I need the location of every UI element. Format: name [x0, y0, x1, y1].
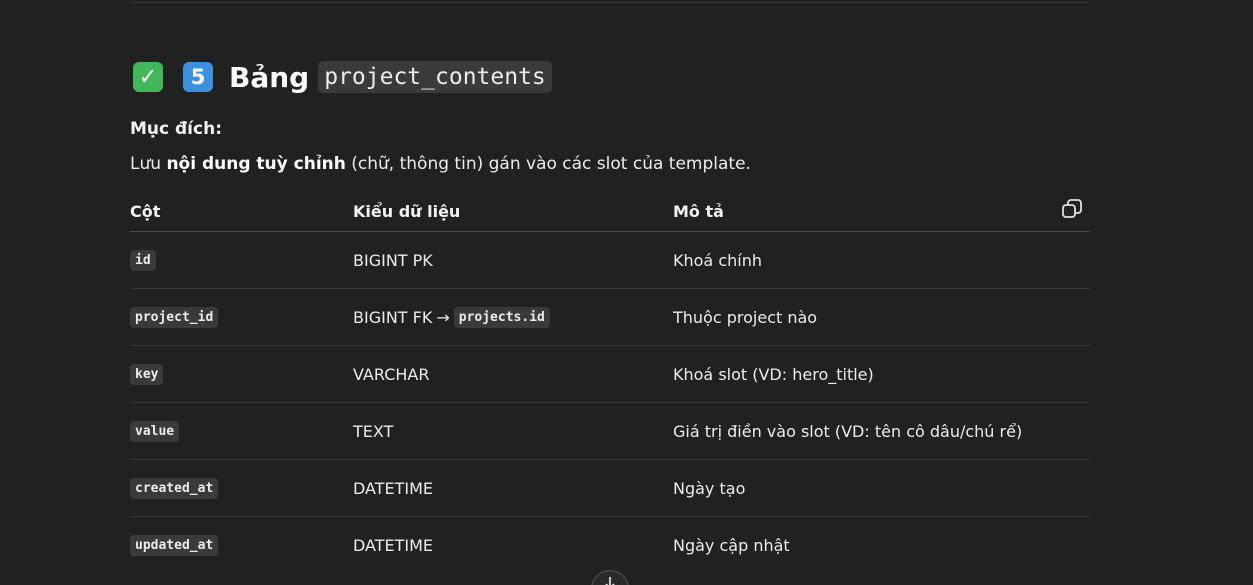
- header-description: Mô tả: [673, 202, 724, 221]
- section-heading: ✓ 5 Bảng project_contents: [133, 57, 552, 97]
- column-type: DATETIME: [353, 535, 434, 555]
- column-type: BIGINT FK: [353, 307, 433, 327]
- chat-message-content: ✓ 5 Bảng project_contents Mục đích: Lưu …: [0, 0, 1253, 585]
- column-description: Khoá slot (VD: hero_title): [673, 364, 874, 384]
- column-name: created_at: [130, 477, 219, 499]
- purpose-text-before: Lưu: [130, 154, 167, 174]
- header-type: Kiểu dữ liệu: [353, 202, 461, 221]
- column-description: Ngày cập nhật: [673, 535, 790, 555]
- column-description: Thuộc project nào: [673, 307, 818, 327]
- arrow-down-icon: [605, 577, 615, 585]
- column-name: project_id: [130, 306, 219, 328]
- purpose-text-after: (chữ, thông tin) gán vào các slot của te…: [345, 154, 751, 174]
- table-header-row: Cột Kiểu dữ liệu Mô tả: [130, 192, 1090, 232]
- divider: [130, 2, 1090, 3]
- column-name: key: [130, 363, 164, 385]
- heading-table-name: project_contents: [318, 61, 552, 93]
- column-type-ref: projects.id: [453, 306, 550, 328]
- table-row: key VARCHAR Khoá slot (VD: hero_title): [130, 346, 1090, 403]
- table-row: updated_at DATETIME Ngày cập nhật: [130, 517, 1090, 573]
- table-row: created_at DATETIME Ngày tạo: [130, 460, 1090, 517]
- columns-table: Cột Kiểu dữ liệu Mô tả id BIGINT PK Khoá…: [130, 192, 1090, 573]
- column-type: TEXT: [353, 421, 394, 441]
- column-name: id: [130, 249, 156, 271]
- column-type: DATETIME: [353, 478, 434, 498]
- column-type: BIGINT PK: [353, 250, 433, 270]
- purpose-text: Lưu nội dung tuỳ chỉnh (chữ, thông tin) …: [130, 154, 751, 174]
- purpose-label: Mục đích:: [130, 119, 222, 139]
- column-description: Ngày tạo: [673, 478, 746, 498]
- column-type: VARCHAR: [353, 364, 430, 384]
- check-mark-icon: ✓: [133, 62, 163, 92]
- heading-word: Bảng: [229, 60, 310, 94]
- purpose-text-bold: nội dung tuỳ chỉnh: [166, 154, 346, 174]
- column-name: updated_at: [130, 534, 219, 556]
- arrow-right-icon: →: [436, 307, 450, 327]
- table-row: project_id BIGINT FK → projects.id Thuộc p…: [130, 289, 1090, 346]
- column-description: Giá trị điền vào slot (VD: tên cô dâu/ch…: [673, 421, 1023, 441]
- table-row: id BIGINT PK Khoá chính: [130, 232, 1090, 289]
- column-name: value: [130, 420, 180, 442]
- table-row: value TEXT Giá trị điền vào slot (VD: tê…: [130, 403, 1090, 460]
- keycap-five-icon: 5: [183, 62, 213, 92]
- column-description: Khoá chính: [673, 250, 762, 270]
- header-column: Cột: [130, 202, 161, 221]
